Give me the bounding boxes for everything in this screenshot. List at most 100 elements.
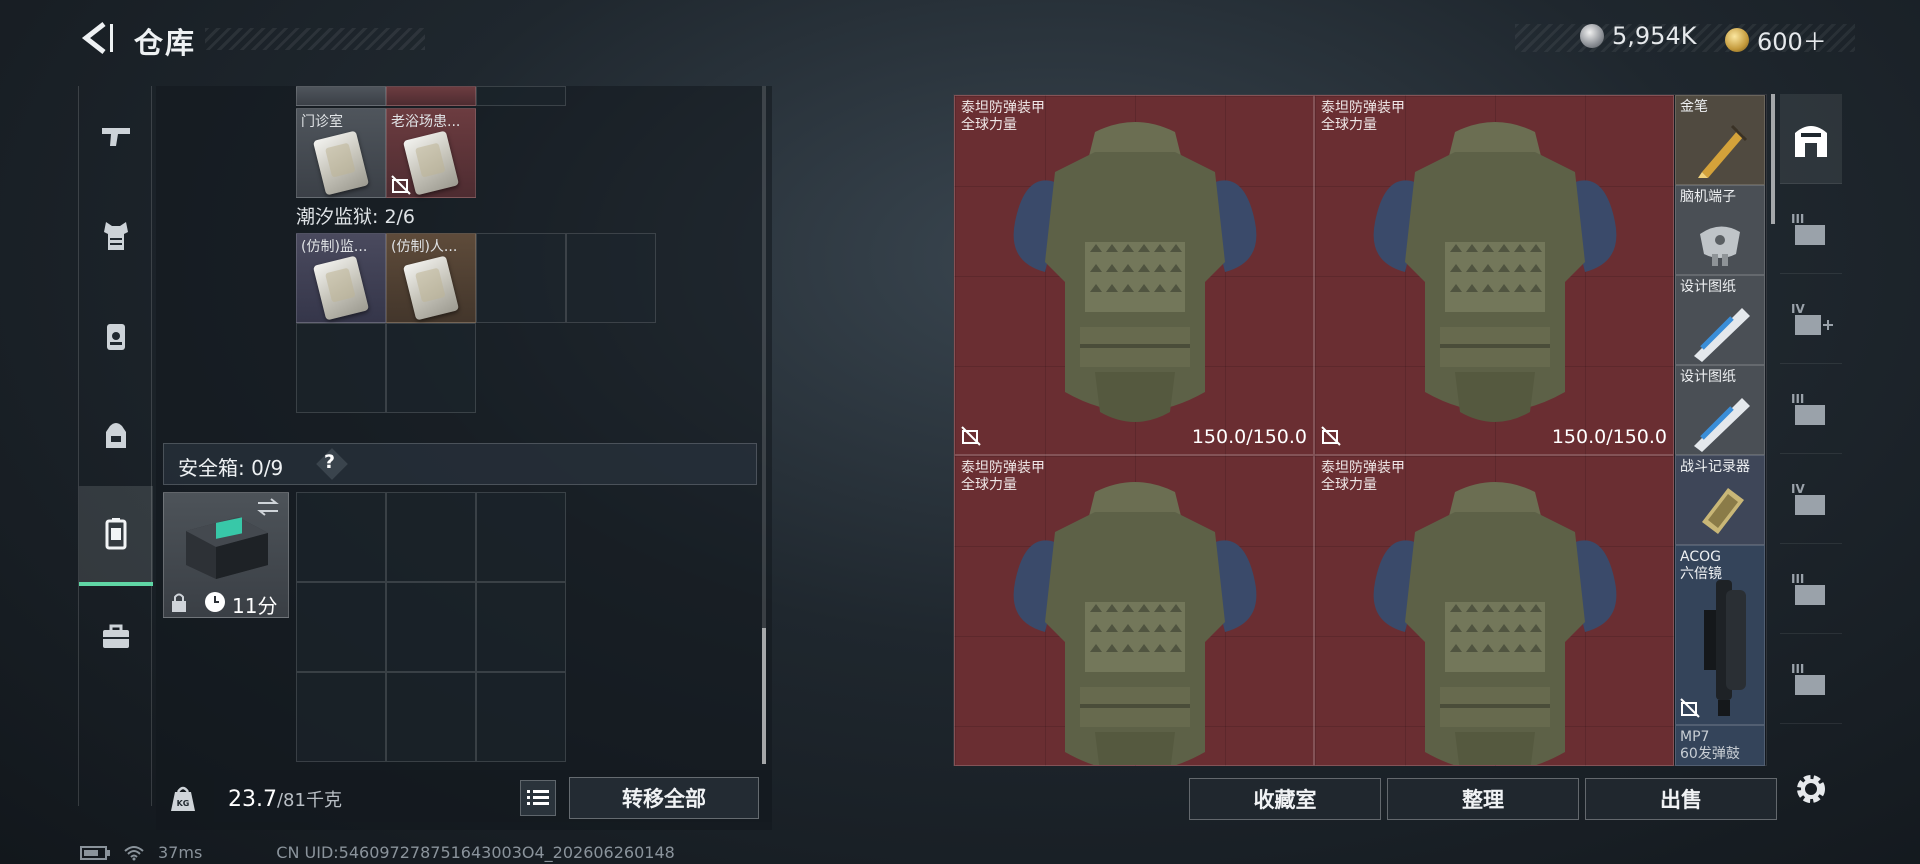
safe-slot[interactable] — [476, 672, 566, 762]
swap-icon[interactable] — [256, 497, 280, 517]
svg-text:III: III — [1791, 572, 1804, 586]
help-icon[interactable]: ? — [324, 451, 335, 473]
armor-item[interactable]: 泰坦防弹装甲 全球力量 150.0/150.0 — [1314, 95, 1674, 455]
vest-icon — [104, 222, 128, 250]
keycard-replica-person[interactable]: (仿制)人... — [386, 233, 476, 323]
weight-icon: KG — [171, 786, 195, 811]
armor-item[interactable]: 泰坦防弹装甲 全球力量 — [954, 455, 1314, 766]
tab-stash-page[interactable]: IV — [1780, 274, 1842, 364]
keycard-replica-prison[interactable]: (仿制)监... — [296, 233, 386, 323]
stash-page-icon: III — [1791, 572, 1825, 605]
mp7-drum-item[interactable]: MP7 60发弹鼓 — [1675, 725, 1765, 766]
tab-stash-page[interactable]: III — [1780, 634, 1842, 724]
acog-scope-item[interactable]: ACOG 六倍镜 — [1675, 545, 1765, 725]
tab-toolbox[interactable] — [79, 586, 153, 686]
keycard-bathhouse[interactable]: 老浴场患... — [386, 108, 476, 198]
tab-stash-home[interactable] — [1780, 94, 1842, 184]
item-label: 脑机端子 — [1680, 189, 1736, 205]
keycard-image — [402, 130, 460, 196]
armor-item[interactable]: 泰坦防弹装甲 全球力量 150.0/150.0 — [954, 95, 1314, 455]
tab-key-case[interactable] — [79, 486, 153, 586]
tab-stash-page[interactable]: III — [1780, 184, 1842, 274]
safe-slot[interactable] — [296, 582, 386, 672]
home-icon — [1795, 125, 1827, 157]
tidal-prison-section-label: 潮汐监狱: 2/6 — [296, 206, 416, 228]
keycard-label: 门诊室 — [301, 114, 343, 130]
back-arrow-icon[interactable] — [78, 20, 114, 56]
acog-scope-icon — [1704, 580, 1746, 716]
stash-scrollbar[interactable] — [1771, 94, 1775, 224]
safe-slot[interactable] — [386, 582, 476, 672]
transfer-all-button[interactable]: 转移全部 — [569, 777, 759, 819]
tab-weapons[interactable] — [79, 86, 153, 186]
ping-readout: 37ms — [158, 843, 203, 862]
stash-page-tabs: III IV III IV III III — [1780, 94, 1842, 830]
item-label: 设计图纸 — [1680, 369, 1736, 385]
stash-page-icon: III — [1791, 662, 1825, 695]
tab-armor[interactable] — [79, 186, 153, 286]
armor-item[interactable]: 泰坦防弹装甲 全球力量 — [1314, 455, 1674, 766]
svg-text:IV: IV — [1791, 302, 1805, 316]
stash-page-icon: III — [1791, 392, 1825, 425]
title-stripe-decoration — [205, 28, 425, 50]
backpack-icon — [106, 423, 126, 448]
keycard-slot-empty[interactable] — [476, 233, 566, 323]
uid-readout: CN UID:546097278751643003O4_202606260148 — [276, 843, 675, 862]
sell-button[interactable]: 出售 — [1585, 778, 1777, 820]
armor-durability: 150.0/150.0 — [1551, 426, 1667, 448]
tab-rig[interactable] — [79, 286, 153, 386]
safe-slot[interactable] — [386, 672, 476, 762]
safe-slot[interactable] — [476, 582, 566, 672]
tab-backpack[interactable] — [79, 386, 153, 486]
lock-icon — [172, 593, 186, 612]
tab-stash-page[interactable]: III — [1780, 544, 1842, 634]
keycard-slot-empty[interactable] — [386, 323, 476, 413]
safe-slot[interactable] — [386, 492, 476, 582]
clock-icon — [205, 592, 225, 612]
list-view-button[interactable] — [520, 780, 556, 816]
safe-slot[interactable] — [296, 492, 386, 582]
list-icon — [527, 790, 549, 805]
brain-interface-item[interactable]: 脑机端子 — [1675, 185, 1765, 275]
no-insurance-icon — [1680, 698, 1700, 718]
safe-slot[interactable] — [476, 492, 566, 582]
item-label: 设计图纸 — [1680, 279, 1736, 295]
collection-room-button[interactable]: 收藏室 — [1189, 778, 1381, 820]
no-insurance-icon — [1321, 426, 1341, 446]
blueprint-item[interactable]: 设计图纸 — [1675, 365, 1765, 455]
armor-vest-image — [1373, 122, 1617, 422]
keycard-image — [312, 255, 370, 321]
combat-recorder-icon — [1702, 488, 1744, 534]
keycard-slot-empty[interactable] — [296, 323, 386, 413]
currency-gold[interactable]: 600＋ — [1725, 22, 1827, 57]
keycard-slot-empty[interactable] — [566, 233, 656, 323]
gold-pen-item[interactable]: 金笔 — [1675, 95, 1765, 185]
no-insurance-icon — [391, 175, 411, 195]
rig-icon — [107, 324, 125, 350]
item-label: 战斗记录器 — [1680, 459, 1750, 475]
blueprint-item[interactable]: 设计图纸 — [1675, 275, 1765, 365]
stash-page-icon: IV — [1791, 482, 1825, 515]
armor-vest-image — [1013, 482, 1257, 765]
weight-current: 23.7 — [228, 787, 277, 812]
safe-box-timer: 11分 — [232, 594, 278, 618]
svg-text:KG: KG — [177, 799, 190, 808]
svg-text:IV: IV — [1791, 482, 1805, 496]
keycard-slot-partial[interactable] — [386, 86, 476, 106]
keycard-slot-partial[interactable] — [296, 86, 386, 106]
keycard-image — [312, 130, 370, 196]
svg-text:III: III — [1791, 392, 1804, 406]
tab-stash-page[interactable]: III — [1780, 364, 1842, 454]
keycard-slot-partial[interactable] — [476, 86, 566, 106]
weight-max: /81千克 — [276, 790, 342, 811]
safe-slot[interactable] — [296, 672, 386, 762]
stash-page-add-icon: IV — [1791, 302, 1833, 335]
keycard-clinic[interactable]: 门诊室 — [296, 108, 386, 198]
tab-stash-page[interactable]: IV — [1780, 454, 1842, 544]
combat-recorder-item[interactable]: 战斗记录器 — [1675, 455, 1765, 545]
settings-button[interactable] — [1780, 744, 1842, 834]
sort-button[interactable]: 整理 — [1387, 778, 1579, 820]
armor-vest-image — [1013, 122, 1257, 422]
status-bar: 37ms CN UID:546097278751643003O4_2026062… — [80, 843, 675, 862]
left-scrollbar-thumb[interactable] — [762, 628, 766, 764]
